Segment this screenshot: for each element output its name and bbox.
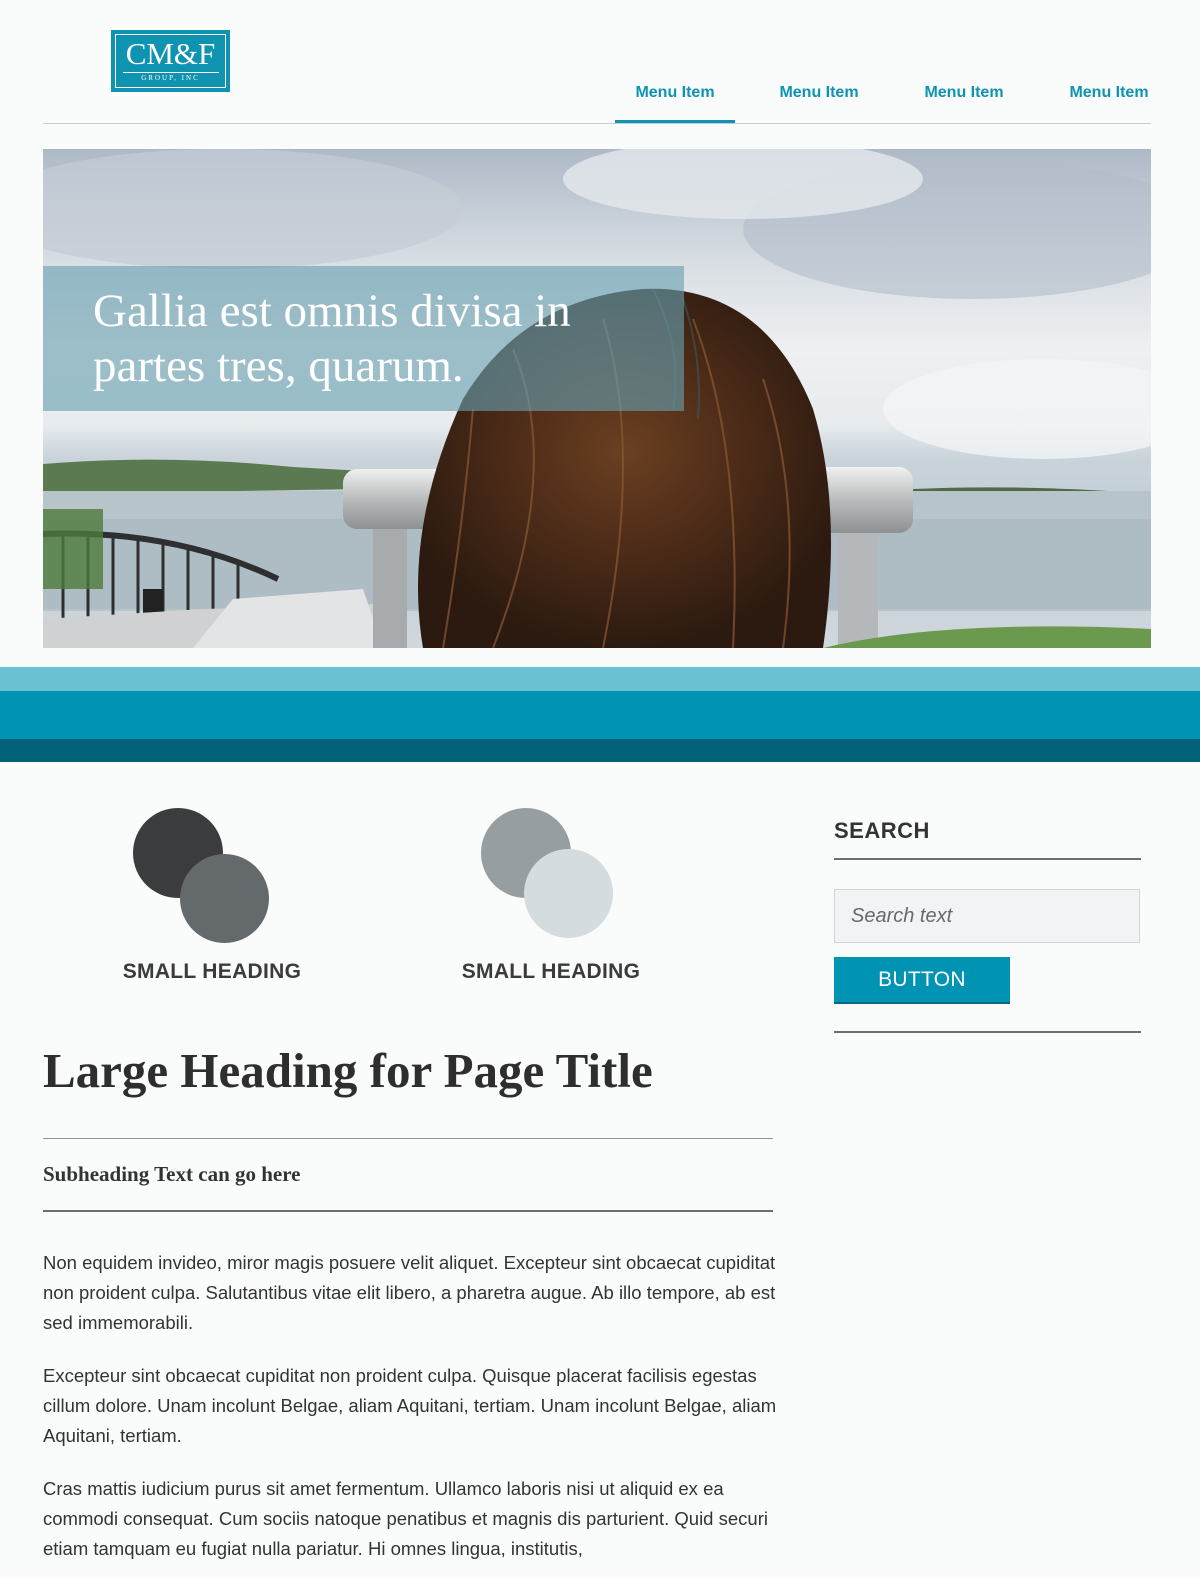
body-paragraph-3: Cras mattis iudicium purus sit amet ferm…	[43, 1478, 768, 1559]
body-paragraph-1: Non equidem invideo, miror magis posuere…	[43, 1252, 776, 1333]
color-band-dark	[0, 739, 1200, 762]
header-divider	[43, 123, 1151, 124]
feature-1-heading: SMALL HEADING	[122, 960, 302, 983]
sidebar-divider-bottom	[834, 1031, 1141, 1033]
search-button[interactable]: BUTTON	[834, 957, 1010, 1004]
body-paragraph-2: Excepteur sint obcaecat cupiditat non pr…	[43, 1365, 777, 1446]
page: CM&F GROUP, INC Menu Item Menu Item Menu…	[0, 0, 1200, 1578]
color-band-light	[0, 667, 1200, 691]
nav-item-4[interactable]: Menu Item	[1050, 78, 1168, 124]
nav-item-3[interactable]: Menu Item	[905, 78, 1023, 124]
main-nav: Menu Item Menu Item Menu Item Menu Item	[0, 0, 1200, 125]
color-band-mid	[0, 691, 1200, 739]
feature-2-heading: SMALL HEADING	[461, 960, 641, 983]
search-input[interactable]	[834, 889, 1140, 943]
nav-item-2[interactable]: Menu Item	[760, 78, 878, 124]
subheading: Subheading Text can go here	[43, 1162, 301, 1186]
sidebar-title: SEARCH	[834, 818, 930, 843]
subheading-divider	[43, 1210, 773, 1212]
hero-banner: Gallia est omnis divisa in partes tres, …	[43, 149, 1151, 648]
nav-item-1[interactable]: Menu Item	[615, 78, 735, 124]
sidebar-divider-top	[834, 858, 1141, 860]
title-divider	[43, 1138, 773, 1139]
feature-2-circle-front	[524, 849, 613, 938]
page-title: Large Heading for Page Title	[43, 1043, 653, 1098]
feature-1-circle-front	[180, 854, 269, 943]
hero-caption-text: Gallia est omnis divisa in partes tres, …	[93, 285, 571, 392]
hero-caption: Gallia est omnis divisa in partes tres, …	[43, 266, 684, 411]
